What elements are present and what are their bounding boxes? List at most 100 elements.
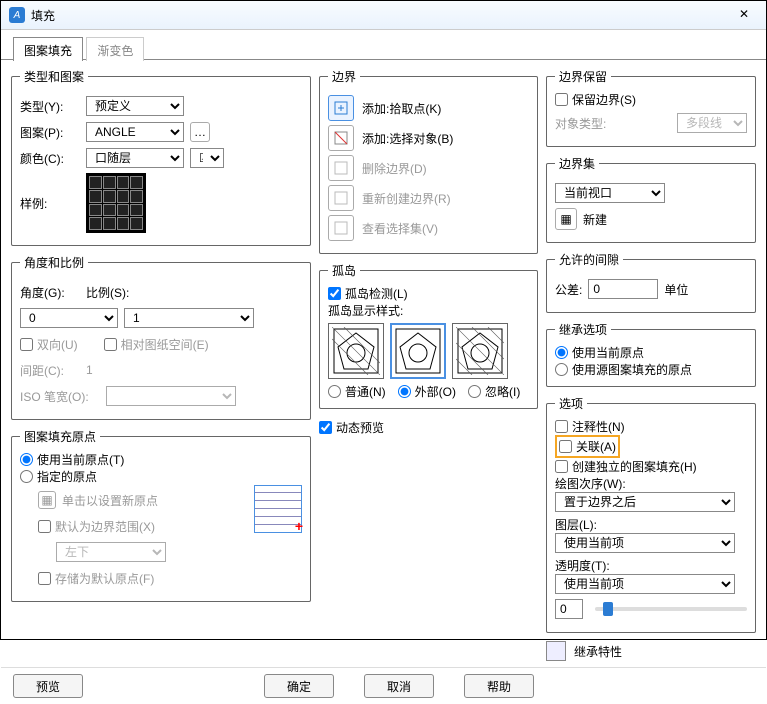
color-label: 颜色(C): — [20, 150, 80, 167]
color-bg-select[interactable]: ☑ — [190, 148, 224, 168]
hatch-origin-legend: 图案填充原点 — [20, 428, 100, 445]
set-origin-icon: ▦ — [38, 491, 56, 509]
inherit-options-group: 继承选项 使用当前原点 使用源图案填充的原点 — [546, 321, 756, 387]
add-pick-point-label[interactable]: 添加:拾取点(K) — [362, 100, 529, 117]
cancel-button[interactable]: 取消 — [364, 674, 434, 698]
island-normal-preview[interactable] — [328, 323, 384, 379]
relative-paper-checkbox — [104, 338, 117, 351]
annotative-label: 注释性(N) — [572, 418, 625, 435]
pattern-browse-button[interactable]: … — [190, 122, 210, 142]
tolerance-unit: 单位 — [664, 281, 688, 298]
add-select-obj-icon[interactable] — [328, 125, 354, 151]
dynamic-preview-checkbox[interactable] — [319, 421, 332, 434]
scale-label: 比例(S): — [86, 286, 129, 300]
angle-select[interactable]: 0 — [20, 308, 118, 328]
boundary-retain-group: 边界保留 保留边界(S) 对象类型: 多段线 — [546, 68, 756, 147]
view-selection-icon — [328, 215, 354, 241]
specify-origin-radio[interactable] — [20, 470, 33, 483]
layer-label: 图层(L): — [555, 516, 747, 533]
dynamic-preview-label: 动态预览 — [336, 419, 384, 436]
default-extent-label: 默认为边界范围(X) — [55, 518, 155, 535]
specify-origin-label: 指定的原点 — [37, 468, 97, 485]
object-type-select: 多段线 — [677, 113, 747, 133]
ok-button[interactable]: 确定 — [264, 674, 334, 698]
gap-tolerance-group: 允许的间隙 公差:单位 — [546, 251, 756, 313]
angle-scale-legend: 角度和比例 — [20, 254, 88, 271]
inherit-props-label[interactable]: 继承特性 — [574, 643, 622, 660]
island-outer-label: 外部(O) — [415, 383, 456, 400]
options-group: 选项 注释性(N) 关联(A) 创建独立的图案填充(H) 绘图次序(W): 置于… — [546, 395, 756, 633]
pattern-label: 图案(P): — [20, 124, 80, 141]
object-type-label: 对象类型: — [555, 115, 606, 132]
type-pattern-group: 类型和图案 类型(Y): 预定义 图案(P): ANGLE … 颜色(C): 口… — [11, 68, 311, 246]
view-selection-label: 查看选择集(V) — [362, 220, 529, 237]
scale-select[interactable]: 1 — [124, 308, 254, 328]
color-select[interactable]: 口随层 — [86, 148, 184, 168]
pattern-sample[interactable] — [86, 173, 146, 233]
angle-label: 角度(G): — [20, 284, 80, 301]
store-default-label: 存储为默认原点(F) — [55, 570, 154, 587]
island-ignore-label: 忽略(I) — [485, 383, 520, 400]
island-ignore-radio[interactable] — [468, 385, 481, 398]
layer-select[interactable]: 使用当前项 — [555, 533, 735, 553]
options-legend: 选项 — [555, 395, 587, 412]
close-button[interactable]: ✕ — [730, 5, 758, 25]
inherit-props-icon[interactable] — [546, 641, 566, 661]
island-outer-preview[interactable] — [390, 323, 446, 379]
preview-button[interactable]: 预览 — [13, 674, 83, 698]
inherit-current-label: 使用当前原点 — [572, 344, 644, 361]
default-extent-select: 左下 — [56, 542, 166, 562]
boundary-set-legend: 边界集 — [555, 155, 599, 172]
independent-hatch-label: 创建独立的图案填充(H) — [572, 458, 697, 475]
boundary-set-select[interactable]: 当前视口 — [555, 183, 665, 203]
island-ignore-preview[interactable] — [452, 323, 508, 379]
bidirectional-checkbox — [20, 338, 33, 351]
draw-order-select[interactable]: 置于边界之后 — [555, 492, 735, 512]
associative-checkbox[interactable] — [559, 440, 572, 453]
boundary-retain-legend: 边界保留 — [555, 68, 611, 85]
island-detect-label: 孤岛检测(L) — [345, 285, 408, 302]
iso-pen-select — [106, 386, 236, 406]
transparency-select[interactable]: 使用当前项 — [555, 574, 735, 594]
pattern-select[interactable]: ANGLE — [86, 122, 184, 142]
island-normal-label: 普通(N) — [345, 383, 386, 400]
transparency-label: 透明度(T): — [555, 557, 747, 574]
tab-pattern-fill[interactable]: 图案填充 — [13, 37, 83, 61]
help-button[interactable]: 帮助 — [464, 674, 534, 698]
inherit-current-radio[interactable] — [555, 346, 568, 359]
inherit-options-legend: 继承选项 — [555, 321, 611, 338]
new-boundary-set-icon[interactable]: ▦ — [555, 208, 577, 230]
island-outer-radio[interactable] — [398, 385, 411, 398]
click-set-origin-label: 单击以设置新原点 — [62, 492, 158, 509]
islands-legend: 孤岛 — [328, 262, 360, 279]
recreate-boundary-icon — [328, 185, 354, 211]
use-current-origin-label: 使用当前原点(T) — [37, 451, 124, 468]
add-pick-point-icon[interactable] — [328, 95, 354, 121]
type-select[interactable]: 预定义 — [86, 96, 184, 116]
use-current-origin-radio[interactable] — [20, 453, 33, 466]
retain-boundary-label: 保留边界(S) — [572, 91, 636, 108]
new-boundary-set-label[interactable]: 新建 — [583, 211, 607, 228]
recreate-boundary-label: 重新创建边界(R) — [362, 190, 529, 207]
tab-gradient[interactable]: 渐变色 — [86, 37, 144, 61]
spacing-value: 1 — [86, 363, 93, 377]
retain-boundary-checkbox[interactable] — [555, 93, 568, 106]
bidirectional-label: 双向(U) — [37, 336, 78, 353]
island-style-label: 孤岛显示样式: — [328, 302, 529, 319]
tolerance-input[interactable] — [588, 279, 658, 299]
title-bar: A 填充 ✕ — [1, 1, 766, 30]
boundary-set-group: 边界集 当前视口 ▦ 新建 — [546, 155, 756, 243]
independent-hatch-checkbox[interactable] — [555, 460, 568, 473]
island-normal-radio[interactable] — [328, 385, 341, 398]
island-detect-checkbox[interactable] — [328, 287, 341, 300]
type-pattern-legend: 类型和图案 — [20, 68, 88, 85]
transparency-slider[interactable] — [595, 607, 747, 611]
hatch-origin-group: 图案填充原点 使用当前原点(T) 指定的原点 ▦ 单击以设置新原点 默认为边界范围… — [11, 428, 311, 602]
add-select-obj-label[interactable]: 添加:选择对象(B) — [362, 130, 529, 147]
app-icon: A — [9, 7, 25, 23]
remove-boundary-label: 删除边界(D) — [362, 160, 529, 177]
transparency-value-input[interactable] — [555, 599, 583, 619]
annotative-checkbox[interactable] — [555, 420, 568, 433]
origin-preview — [254, 485, 302, 533]
inherit-source-radio[interactable] — [555, 363, 568, 376]
